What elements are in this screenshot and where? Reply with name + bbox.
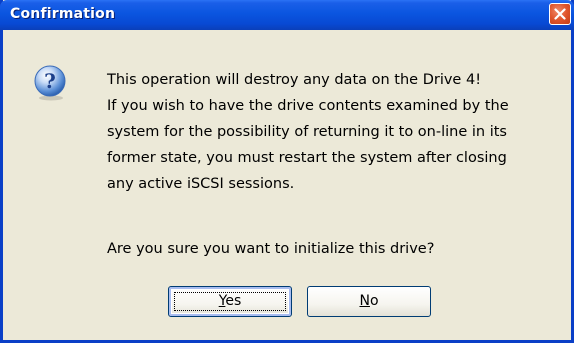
no-accelerator: N — [359, 293, 370, 309]
close-button[interactable] — [549, 3, 571, 25]
question-icon: ? — [34, 65, 66, 101]
message-line: This operation will destroy any data on … — [107, 72, 482, 88]
svg-text:?: ? — [44, 69, 56, 93]
dialog-message: This operation will destroy any data on … — [107, 67, 569, 197]
no-button-label: No — [359, 293, 378, 309]
message-line: former state, you must restart the syste… — [107, 150, 507, 166]
yes-button-label: Yes — [219, 293, 242, 309]
message-line: system for the possibility of returning … — [107, 124, 507, 140]
message-line: any active iSCSI sessions. — [107, 176, 295, 192]
close-icon — [554, 8, 566, 20]
no-button[interactable]: No — [307, 286, 431, 317]
no-label-rest: o — [369, 293, 379, 309]
message-line: If you wish to have the drive contents e… — [107, 98, 509, 114]
title-bar[interactable]: Confirmation — [0, 0, 574, 30]
confirmation-question: Are you sure you want to initialize this… — [107, 241, 435, 257]
yes-button[interactable]: Yes — [168, 286, 292, 317]
confirmation-dialog: Confirmation ? This operation will destr… — [0, 0, 574, 343]
yes-label-rest: es — [225, 293, 242, 309]
window-title: Confirmation — [10, 6, 116, 22]
